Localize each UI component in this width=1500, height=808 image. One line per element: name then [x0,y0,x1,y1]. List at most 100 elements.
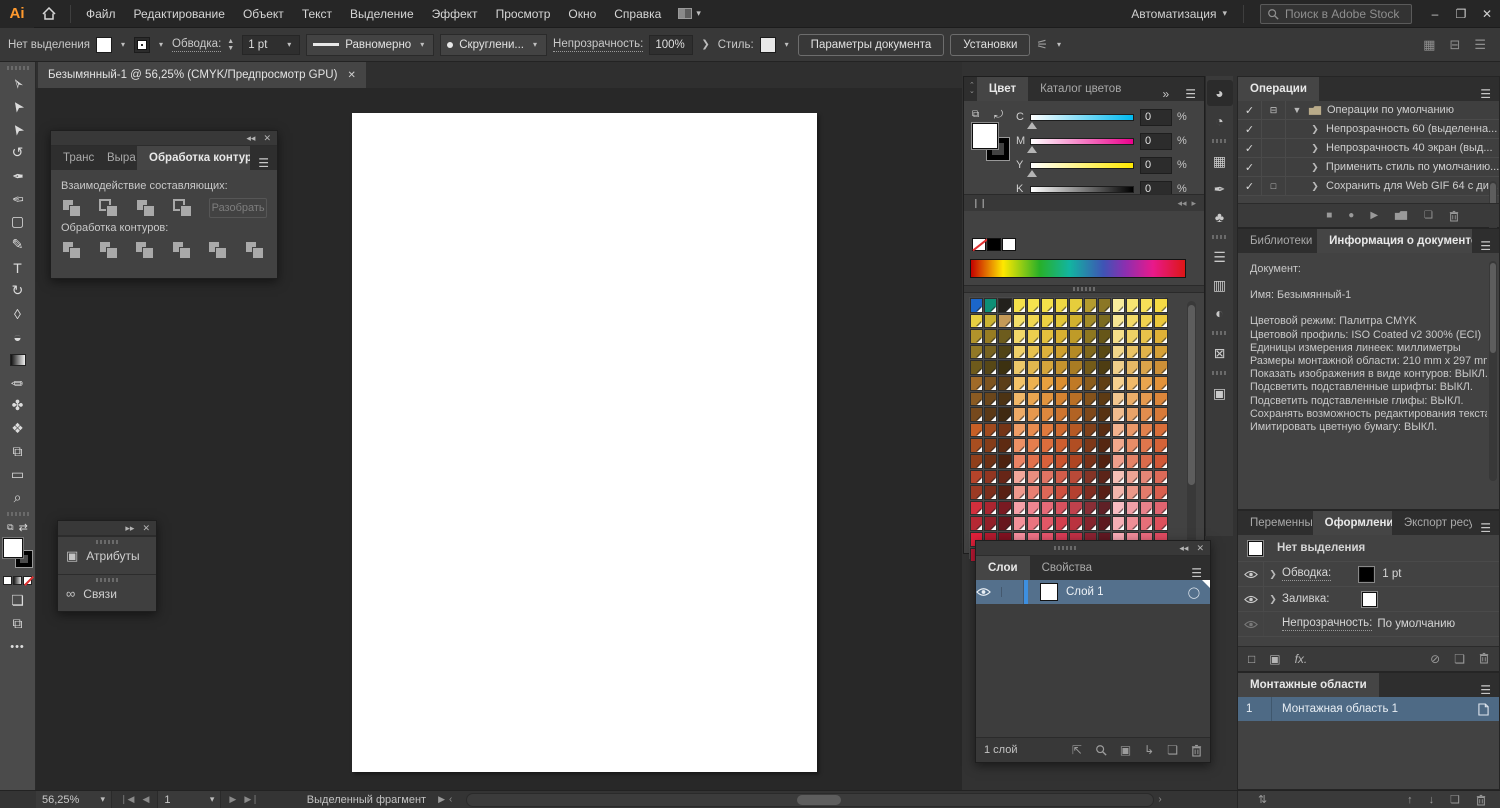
panel-collapse-icon[interactable]: ⌃⌄ [964,77,977,101]
scroll-left-icon[interactable]: ‹ [445,794,456,805]
swatch-8-7[interactable] [1069,423,1082,438]
menu-8[interactable]: Справка [605,0,670,28]
swatch-11-9[interactable] [1098,470,1111,485]
stroke-weight-field[interactable]: 1 pt▾ [242,35,300,55]
new-fill-icon[interactable]: ▣ [1269,652,1280,666]
record-icon[interactable]: ● [1348,210,1354,221]
menu-4[interactable]: Выделение [341,0,423,28]
swatch-10-4[interactable] [1027,454,1040,469]
swatch-9-0[interactable] [970,438,983,453]
swatch-4-10[interactable] [1112,360,1125,375]
swatches-panel-icon[interactable]: ▦ [1207,148,1233,174]
slider-thumb[interactable] [1027,146,1037,153]
shape-mode-unite[interactable] [61,198,84,218]
artboard[interactable] [352,113,817,772]
swatch-13-6[interactable] [1055,501,1068,516]
default-fill-stroke-icon[interactable]: ⧉ [7,522,13,533]
swatch-12-2[interactable] [998,485,1011,500]
swatch-6-11[interactable] [1126,392,1139,407]
toggle-check-icon[interactable]: ✓ [1238,158,1262,176]
swatch-4-12[interactable] [1140,360,1153,375]
drag-handle[interactable] [96,578,118,582]
more-tools-button[interactable]: ••• [3,635,33,658]
slider-track-c[interactable] [1030,114,1134,121]
swatch-7-9[interactable] [1098,407,1111,422]
swatch-7-7[interactable] [1069,407,1082,422]
document-layout-icon[interactable]: ⊟ [1449,37,1460,53]
restore-button[interactable]: ❐ [1448,0,1474,28]
stroke-weight[interactable]: 1 pt [1382,568,1401,580]
swatch-7-11[interactable] [1126,407,1139,422]
swatch-14-3[interactable] [1013,516,1026,531]
illustrator-logo[interactable]: Ai [0,0,34,28]
swatch-9-10[interactable] [1112,438,1125,453]
action-name[interactable]: Сохранить для Web GIF 64 с ди... [1326,180,1498,192]
swatch-13-13[interactable] [1154,501,1167,516]
swatch-9-1[interactable] [984,438,997,453]
swatch-6-7[interactable] [1069,392,1082,407]
swatch-14-8[interactable] [1084,516,1097,531]
panel-menu-icon[interactable]: ☰ [1177,87,1204,101]
tool-blend[interactable]: ❖ [3,417,33,440]
swatch-4-7[interactable] [1069,360,1082,375]
chevron-right-icon[interactable]: ❯ [1304,143,1326,154]
new-layer-icon[interactable]: ❏ [1167,743,1178,757]
swatch-14-2[interactable] [998,516,1011,531]
tab-color[interactable]: Цвет [977,77,1028,101]
swatch-10-12[interactable] [1140,454,1153,469]
swatch-13-8[interactable] [1084,501,1097,516]
swatch-3-0[interactable] [970,345,983,360]
swatch-4-6[interactable] [1055,360,1068,375]
collapsed-panel-0[interactable]: ▣Атрибуты [58,536,156,574]
swatch-1-12[interactable] [1140,314,1153,329]
swatch-10-6[interactable] [1055,454,1068,469]
toggle-check-icon[interactable]: ✓ [1238,101,1262,119]
stroke-link[interactable]: Обводка: [1282,567,1331,581]
swatch-2-3[interactable] [1013,329,1026,344]
none-swatch[interactable] [972,238,986,251]
swatch-12-13[interactable] [1154,485,1167,500]
swatch-12-7[interactable] [1069,485,1082,500]
swatch-2-10[interactable] [1112,329,1125,344]
panel-menu-icon[interactable]: ☰ [1183,566,1210,580]
swatch-4-11[interactable] [1126,360,1139,375]
action-set-name[interactable]: Операции по умолчанию [1327,104,1454,116]
swatch-14-4[interactable] [1027,516,1040,531]
tool-group-selection[interactable]: ➤ [3,118,33,141]
swatch-14-12[interactable] [1140,516,1153,531]
swatch-3-3[interactable] [1013,345,1026,360]
swatch-1-4[interactable] [1027,314,1040,329]
swatch-4-8[interactable] [1084,360,1097,375]
swatch-9-3[interactable] [1013,438,1026,453]
swatch-11-10[interactable] [1112,470,1125,485]
stroke-panel-icon[interactable]: ☰ [1207,244,1233,270]
close-icon[interactable]: ✕ [263,133,271,144]
swatch-14-7[interactable] [1069,516,1082,531]
delete-action-icon[interactable] [1449,210,1459,222]
swatch-9-11[interactable] [1126,438,1139,453]
zoom-level-dropdown[interactable]: 56,25% ▾ [36,791,112,808]
action-row-0[interactable]: ✓❯Непрозрачность 60 (выделенна... [1238,120,1499,139]
swatch-7-10[interactable] [1112,407,1125,422]
swatch-0-6[interactable] [1055,298,1068,313]
swatch-1-13[interactable] [1154,314,1167,329]
swatch-13-12[interactable] [1140,501,1153,516]
swatch-2-4[interactable] [1027,329,1040,344]
prev-artboard-icon[interactable]: ◀ [142,794,149,805]
panel-menu-icon[interactable]: ☰ [250,156,277,170]
swap-colors-icon[interactable]: ⤾ [994,109,1003,122]
stroke-stepper[interactable]: ▲▼ [227,38,234,52]
locate-object-icon[interactable] [1095,744,1107,756]
delete-item-icon[interactable] [1479,652,1489,666]
artboard-number-dropdown[interactable]: 1 ▾ [157,791,221,808]
swatch-6-2[interactable] [998,392,1011,407]
swatch-9-5[interactable] [1041,438,1054,453]
swatch-6-8[interactable] [1084,392,1097,407]
tool-symbol-sprayer[interactable]: ✤ [3,394,33,417]
swatch-5-12[interactable] [1140,376,1153,391]
style-swatch[interactable] [760,37,776,53]
fill-stroke-control[interactable] [3,538,33,568]
gradient-panel-icon[interactable]: ▥ [1207,272,1233,298]
brushes-panel-icon[interactable]: ✒ [1207,176,1233,202]
tool-gradient[interactable] [3,348,33,371]
